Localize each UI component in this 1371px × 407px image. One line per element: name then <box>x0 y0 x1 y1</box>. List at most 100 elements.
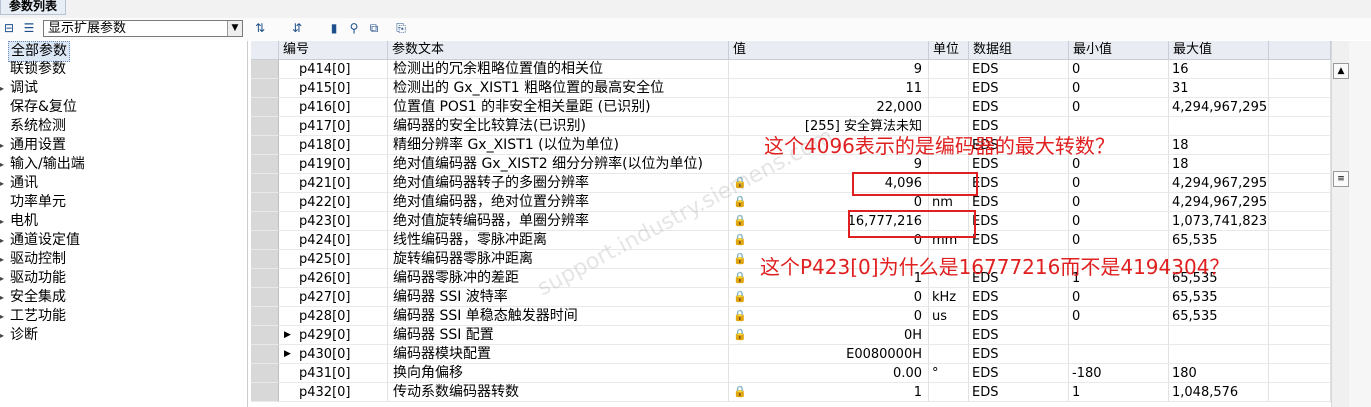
param-number: p421[0] <box>279 174 388 193</box>
param-number: p416[0] <box>279 98 388 117</box>
copy-icon[interactable]: ⧉ <box>367 21 381 35</box>
header-text[interactable]: 参数文本 <box>388 41 729 59</box>
column-icon[interactable]: ▮ <box>327 21 341 35</box>
nav-item[interactable]: 安全集成 <box>10 288 66 307</box>
nav-item[interactable]: 输入/输出端 <box>10 155 85 174</box>
nav-item[interactable]: 工艺功能 <box>10 307 66 326</box>
row-blank <box>1269 345 1331 364</box>
expand-arrow-icon[interactable]: ▸ <box>0 155 4 174</box>
param-unit <box>929 98 969 117</box>
expand-arrow-icon[interactable]: ▸ <box>0 307 4 326</box>
sort-ascending-icon[interactable]: ⇅ <box>253 21 267 35</box>
param-max: 4,294,967,295 <box>1169 174 1269 193</box>
table-row[interactable]: p427[0] 编码器 SSI 波特率 0 kHz EDS 0 65,535 🔒 <box>251 288 1331 307</box>
expand-row-icon[interactable]: ▶ <box>284 326 291 345</box>
table-row[interactable]: p429[0] 编码器 SSI 配置 0H EDS ▶ 🔒 <box>251 326 1331 345</box>
table-row[interactable]: p415[0] 检测出的 Gx_XIST1 粗略位置的最高安全位 11 EDS 0 31 <box>251 79 1331 98</box>
param-value[interactable]: 11 <box>729 79 929 98</box>
vertical-scrollbar[interactable]: ▲ ≡ <box>1331 41 1350 407</box>
table-row[interactable]: p414[0] 检测出的冗余粗略位置值的相关位 9 EDS 0 16 <box>251 60 1331 79</box>
param-value[interactable]: 1 <box>729 383 929 402</box>
nav-item[interactable]: 系统检测 <box>10 117 66 136</box>
highlight-box-p423 <box>848 210 976 238</box>
chevron-down-icon[interactable]: ▼ <box>227 21 242 36</box>
row-blank <box>1269 364 1331 383</box>
header-value[interactable]: 值 <box>729 41 929 59</box>
param-group: EDS <box>969 79 1069 98</box>
param-value[interactable]: E0080000H <box>729 345 929 364</box>
table-row[interactable]: p421[0] 绝对值编码器转子的多圈分辨率 4,096 EDS 0 4,294,967,… <box>251 174 1331 193</box>
expand-arrow-icon[interactable]: ▸ <box>0 174 4 193</box>
param-unit <box>929 345 969 364</box>
row-selector <box>251 174 279 193</box>
table-row[interactable]: p428[0] 编码器 SSI 单稳态触发器时间 0 us EDS 0 65,535 🔒 <box>251 307 1331 326</box>
row-blank <box>1269 174 1331 193</box>
table-row[interactable]: p422[0] 绝对值编码器，绝对位置分辨率 0 nm EDS 0 4,294,967,29… <box>251 193 1331 212</box>
param-value[interactable]: 22,000 <box>729 98 929 117</box>
expand-arrow-icon[interactable]: ▸ <box>0 326 4 345</box>
table-row[interactable]: p432[0] 传动系数编码器转数 1 EDS 1 1,048,576 🔒 <box>251 383 1331 402</box>
param-min: 0 <box>1069 98 1169 117</box>
header-max[interactable]: 最大值 <box>1169 41 1269 59</box>
nav-item[interactable]: 保存&复位 <box>10 98 77 117</box>
param-value[interactable]: 0.00 <box>729 364 929 383</box>
row-selector <box>251 288 279 307</box>
nav-item[interactable]: 诊断 <box>10 326 38 345</box>
expand-arrow-icon[interactable]: ▸ <box>0 269 4 288</box>
nav-item[interactable]: 功率单元 <box>10 193 66 212</box>
expand-row-icon[interactable]: ▶ <box>284 345 291 364</box>
param-group: EDS <box>969 345 1069 364</box>
expand-arrow-icon[interactable]: ▸ <box>0 250 4 269</box>
table-row[interactable]: p430[0] 编码器模块配置 E0080000H EDS ▶ <box>251 345 1331 364</box>
nav-item[interactable]: 驱动功能 <box>10 269 66 288</box>
param-number: p418[0] <box>279 136 388 155</box>
lock-icon: 🔒 <box>733 290 747 303</box>
table-row[interactable]: p424[0] 线性编码器，零脉冲距离 0 mm EDS 0 65,535 🔒 <box>251 231 1331 250</box>
param-min: 0 <box>1069 60 1169 79</box>
param-max: 4,294,967,295 <box>1169 98 1269 117</box>
param-max: 1,073,741,823 <box>1169 212 1269 231</box>
sort-descending-icon[interactable]: ⇵ <box>290 21 304 35</box>
scroll-up-icon[interactable]: ▲ <box>1333 63 1349 79</box>
nav-item[interactable]: 联锁参数 <box>10 60 66 79</box>
param-value[interactable]: 9 <box>729 60 929 79</box>
expand-arrow-icon[interactable]: ▸ <box>0 79 4 98</box>
row-selector <box>251 136 279 155</box>
param-number: p419[0] <box>279 155 388 174</box>
lock-icon: 🔒 <box>733 328 747 341</box>
nav-item[interactable]: 调试 <box>10 79 38 98</box>
expand-arrow-icon[interactable]: ▸ <box>0 288 4 307</box>
param-value[interactable]: 0H <box>729 326 929 345</box>
filter-select[interactable]: 显示扩展参数 ▼ <box>43 20 243 37</box>
scroll-thumb[interactable]: ≡ <box>1333 171 1349 187</box>
param-number: p424[0] <box>279 231 388 250</box>
export-icon[interactable]: ⎘ <box>394 21 408 35</box>
nav-item[interactable]: 电机 <box>10 212 38 231</box>
tree-view-icon[interactable]: ⊟ <box>2 21 16 35</box>
table-row[interactable]: p416[0] 位置值 POS1 的非安全相关量距 (已识别) 22,000 EDS 0… <box>251 98 1331 117</box>
expand-arrow-icon[interactable]: ▸ <box>0 231 4 250</box>
nav-item[interactable]: 驱动控制 <box>10 250 66 269</box>
header-num[interactable]: 编号 <box>279 41 388 59</box>
row-blank <box>1269 250 1331 269</box>
param-value[interactable]: 0 <box>729 288 929 307</box>
param-value[interactable]: 0 <box>729 307 929 326</box>
header-min[interactable]: 最小值 <box>1069 41 1169 59</box>
param-group: EDS <box>969 174 1069 193</box>
window-title: 参数列表 <box>0 0 67 15</box>
table-row[interactable]: p423[0] 绝对值旋转编码器，单圈分辨率 16,777,216 EDS 0 1,073… <box>251 212 1331 231</box>
row-selector <box>251 250 279 269</box>
header-blank <box>1269 41 1331 59</box>
nav-item[interactable]: 通道设定值 <box>10 231 80 250</box>
param-number: p431[0] <box>279 364 388 383</box>
header-unit[interactable]: 单位 <box>929 41 969 59</box>
header-group[interactable]: 数据组 <box>969 41 1069 59</box>
expand-arrow-icon[interactable]: ▸ <box>0 136 4 155</box>
nav-item[interactable]: 通用设置 <box>10 136 66 155</box>
expand-arrow-icon[interactable]: ▸ <box>0 212 4 231</box>
table-row[interactable]: p431[0] 换向角偏移 0.00 ° EDS -180 180 <box>251 364 1331 383</box>
filter-icon[interactable]: ⚲ <box>347 21 361 35</box>
list-view-icon[interactable]: ☰ <box>22 21 36 35</box>
nav-item[interactable]: 通讯 <box>10 174 38 193</box>
nav-item[interactable]: 全部参数 <box>8 41 70 62</box>
